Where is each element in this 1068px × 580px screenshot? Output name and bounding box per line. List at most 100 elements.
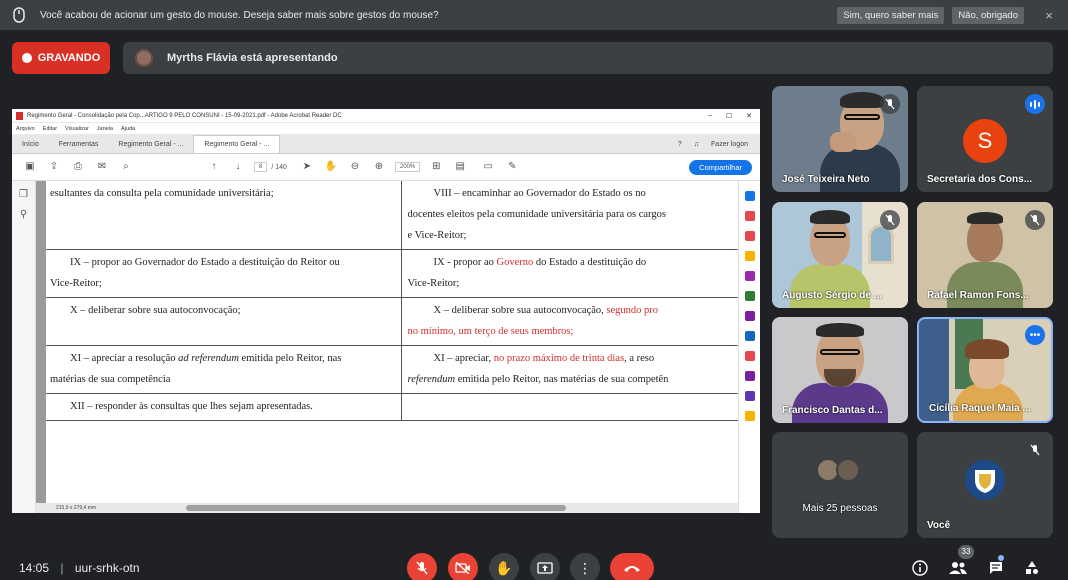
tab-ferramentas[interactable]: Ferramentas [49,135,109,153]
participant-name: Rafael Ramon Fons... [927,290,1029,301]
create-pdf-icon[interactable] [744,211,755,221]
zoom-in-icon[interactable]: ⊕ [373,161,385,173]
participant-tile[interactable]: Augusto Sérgio de ... [772,202,908,308]
combine-icon[interactable] [744,271,755,281]
separator: | [60,561,64,575]
cell-text: XI – apreciar a resolução [70,353,179,364]
participant-tile[interactable]: Rafael Ramon Fons... [917,202,1053,308]
participant-avatar [836,458,860,482]
chat-button[interactable] [986,558,1006,578]
maximize-icon[interactable]: ☐ [726,112,732,120]
cell-text: XI – apreciar, [433,353,494,364]
fit-page-icon[interactable]: ⊞ [430,161,442,173]
minimize-icon[interactable]: – [708,112,712,120]
pages-icon[interactable]: ❐ [18,189,30,201]
table-row: XI – apreciar a resolução ad referendum … [46,345,738,394]
participant-tile[interactable]: José Teixeira Neto [772,86,908,192]
learn-more-button[interactable]: Sim, quero saber mais [837,6,945,24]
mic-toggle-button[interactable] [407,553,437,580]
hscroll-thumb[interactable] [186,505,566,511]
mic-off-icon [880,94,900,114]
people-button[interactable] [948,558,968,578]
hand-icon[interactable]: ✋ [325,161,337,173]
login-link[interactable]: Fazer logon [711,141,748,148]
page-up-icon[interactable]: ↑ [208,161,220,173]
organize-icon[interactable] [744,291,755,301]
upload-icon[interactable]: ⇪ [48,161,60,173]
save-icon[interactable]: ▣ [24,161,36,173]
dismiss-button[interactable]: Não, obrigado [952,6,1024,24]
cell-text-red: Governo [496,257,534,268]
window-close-icon[interactable]: ✕ [746,112,752,120]
activities-button[interactable] [1022,558,1042,578]
presenting-bar: Myrths Flávia está apresentando [123,42,1053,74]
table-row: esultantes da consulta pela comunidade u… [46,181,738,250]
present-icon [537,562,553,574]
measure-icon[interactable] [744,391,755,401]
participant-tile[interactable]: S Secretaria dos Cons... [917,86,1053,192]
horizontal-scrollbar[interactable]: 215,9 x 279,4 mm [36,503,738,513]
mic-off-icon [416,561,428,575]
menu-visualizar[interactable]: Visualizar [65,126,89,132]
self-avatar [965,460,1005,500]
zoom-out-icon[interactable]: ⊖ [349,161,361,173]
sign-icon[interactable] [744,371,755,381]
menu-arquivo[interactable]: Arquivo [16,126,35,132]
table-cell: IX - propor ao Governo do Estado a desti… [401,249,738,298]
document-view[interactable]: esultantes da consulta pela comunidade u… [36,181,738,503]
tab-document-1[interactable]: Regimento Geral - ... [108,135,193,153]
participant-tile-more[interactable]: Mais 25 pessoas [772,432,908,538]
edit-pdf-icon[interactable] [744,231,755,241]
cursor-icon[interactable]: ➤ [301,161,313,173]
more-options-button[interactable]: ⋮ [570,553,600,580]
mail-icon[interactable]: ✉ [96,161,108,173]
more-options-icon[interactable]: ••• [1025,325,1045,345]
zoom-select[interactable]: 200% [394,162,421,172]
participant-tile[interactable]: ••• Cicília Raquel Maia ... [917,317,1053,423]
info-icon [912,560,928,576]
menu-janela[interactable]: Janela [97,126,113,132]
cell-text: Vice-Reitor; [50,278,102,289]
cell-text-italic: ad referendum [178,353,239,364]
attachment-icon[interactable]: ⚲ [18,209,30,221]
page-number-input[interactable]: 8 [254,162,268,172]
fill-sign-icon[interactable] [744,311,755,321]
page-total: / 140 [271,163,287,171]
camera-toggle-button[interactable] [448,553,478,580]
menu-editar[interactable]: Editar [43,126,57,132]
participant-tile[interactable]: Francisco Dantas d... [772,317,908,423]
shapes-icon [1026,561,1038,574]
meeting-details-button[interactable] [910,558,930,578]
comment-icon[interactable]: ▭ [482,161,494,173]
tab-document-2[interactable]: Regimento Geral - ... [193,135,281,153]
cell-text-italic: referendum [407,374,456,385]
leave-call-button[interactable] [610,553,654,580]
more-tools-icon[interactable] [744,411,755,421]
cell-text: , a reso [624,353,655,364]
compress-icon[interactable] [744,351,755,361]
search-icon[interactable]: ⌕ [120,161,132,173]
menu-ajuda[interactable]: Ajuda [121,126,135,132]
print-icon[interactable]: ⎙ [72,161,84,173]
raise-hand-button[interactable]: ✋ [489,553,519,580]
tab-inicio[interactable]: Início [12,135,49,153]
cell-text: do Estado a destituição do [533,257,647,268]
scroll-mode-icon[interactable]: ▤ [454,161,466,173]
document-page: esultantes da consulta pela comunidade u… [46,181,738,503]
bell-icon[interactable]: ♫ [694,141,699,148]
participant-name: José Teixeira Neto [782,174,870,185]
page-down-icon[interactable]: ↓ [232,161,244,173]
participant-shirt [790,264,870,308]
protect-icon[interactable] [744,331,755,341]
present-button[interactable] [530,553,560,580]
help-icon[interactable]: ? [678,141,682,148]
share-button[interactable]: Compartilhar [689,159,752,175]
close-icon[interactable]: × [1042,8,1056,23]
participant-tile-self[interactable]: Você [917,432,1053,538]
export-pdf-icon[interactable] [744,191,755,201]
table-cell: IX – propor ao Governador do Estado a de… [46,249,402,298]
comment-tool-icon[interactable] [744,251,755,261]
cell-text: X – deliberar sobre sua autoconvocação, [433,305,607,316]
pen-icon[interactable]: ✎ [506,161,518,173]
cell-text: IX – propor ao Governador do Estado a de… [70,257,340,268]
